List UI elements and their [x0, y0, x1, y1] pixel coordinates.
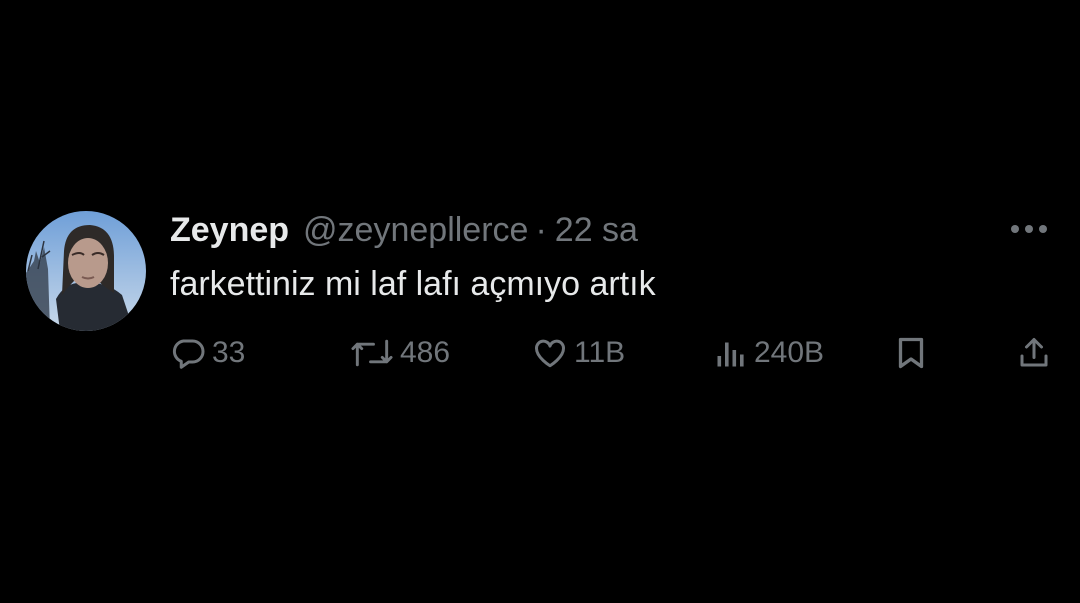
bookmark-icon: [898, 337, 924, 369]
bookmark-button[interactable]: [894, 333, 928, 373]
like-button[interactable]: 11B: [532, 333, 625, 373]
tweet-header: Zeynep @zeynepllerce · 22 sa: [170, 207, 638, 253]
retweet-button[interactable]: 486: [350, 333, 450, 373]
header-separator: ·: [535, 211, 547, 249]
reply-count: 33: [212, 336, 246, 369]
heart-icon: [535, 339, 565, 368]
share-button[interactable]: [1016, 333, 1052, 373]
avatar[interactable]: [26, 211, 146, 331]
more-options-button[interactable]: [1006, 216, 1052, 242]
views-button[interactable]: 240B: [714, 333, 824, 373]
bar-chart-icon: [717, 342, 744, 367]
view-count: 240B: [754, 336, 825, 369]
display-name[interactable]: Zeynep: [170, 207, 289, 253]
share-upload-icon: [1020, 338, 1048, 367]
like-count: 11B: [574, 336, 626, 369]
more-dots-icon: [1011, 225, 1047, 233]
retweet-icon: [351, 339, 393, 367]
reply-button[interactable]: 33: [170, 333, 245, 373]
avatar-photo: [26, 211, 146, 331]
tweet: Zeynep @zeynepllerce · 22 sa farkettiniz…: [0, 0, 1080, 603]
tweet-text: farkettiniz mi laf lafı açmıyo artık: [170, 265, 656, 303]
user-handle[interactable]: @zeynepllerce: [303, 207, 528, 253]
timestamp[interactable]: 22 sa: [555, 207, 638, 253]
retweet-count: 486: [400, 336, 451, 369]
comment-bubble-icon: [172, 339, 205, 369]
